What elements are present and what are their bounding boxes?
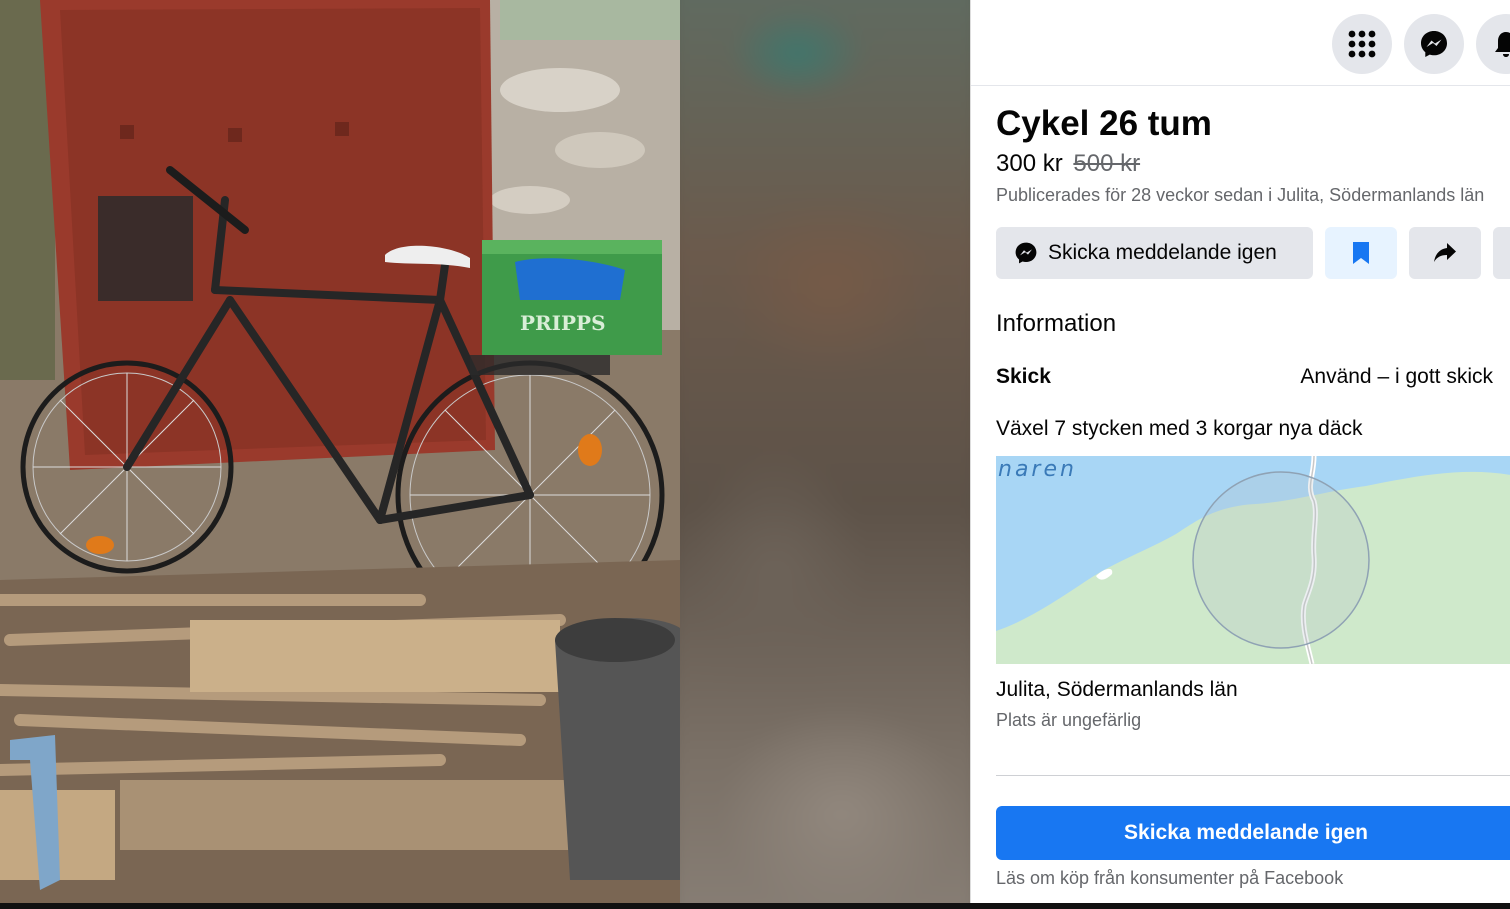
map-illustration: naren (996, 456, 1510, 664)
consumer-purchase-info-link[interactable]: Läs om köp från konsumenter på Facebook (996, 868, 1343, 889)
message-again-primary-button[interactable]: Skicka meddelande igen (996, 806, 1510, 860)
information-heading: Information (996, 310, 1117, 337)
apps-menu-button[interactable] (1332, 14, 1392, 74)
messenger-icon (1015, 242, 1037, 264)
save-button[interactable] (1325, 227, 1397, 279)
listing-description: Växel 7 stycken med 3 korgar nya däck (996, 417, 1363, 440)
notifications-button[interactable] (1476, 14, 1510, 74)
share-button[interactable] (1409, 227, 1481, 279)
messenger-icon (1421, 31, 1447, 57)
notifications-icon (1495, 32, 1510, 57)
message-again-button[interactable]: Skicka meddelande igen (996, 227, 1313, 279)
current-price: 300 kr (996, 150, 1063, 177)
original-price: 500 kr (1073, 150, 1141, 177)
location-note: Plats är ungefärlig (996, 710, 1142, 730)
photo-viewer: PRIPPS (0, 0, 970, 909)
location-map[interactable]: naren (996, 456, 1510, 664)
listing-photo[interactable]: PRIPPS (0, 0, 680, 909)
crate-logo-text: PRIPPS (520, 311, 606, 335)
condition-value: Använd – i gott skick (1300, 365, 1493, 388)
published-info: Publicerades för 28 veckor sedan i Julit… (996, 185, 1485, 205)
message-again-label: Skicka meddelande igen (1048, 241, 1277, 264)
bookmark-icon (1353, 242, 1369, 264)
window-bottom-edge (0, 903, 1510, 909)
map-water-label: naren (998, 457, 1077, 482)
location-name: Julita, Södermanlands län (996, 678, 1238, 701)
condition-label: Skick (996, 365, 1051, 388)
share-icon (1434, 243, 1456, 262)
apps-grid-icon (1348, 30, 1376, 58)
blurred-photo-background (665, 0, 970, 909)
listing-title: Cykel 26 tum (996, 104, 1212, 143)
listing-price: 300 kr 500 kr (996, 150, 1140, 178)
bicycle-photo-illustration: PRIPPS (0, 0, 680, 909)
condition-row: Skick Använd – i gott skick (996, 365, 1493, 391)
listing-panel: Cykel 26 tum 300 kr 500 kr Publicerades … (970, 0, 1510, 909)
top-bar (971, 0, 1510, 86)
action-row: Skicka meddelande igen (996, 227, 1510, 279)
more-options-button[interactable] (1493, 227, 1510, 279)
messenger-button[interactable] (1404, 14, 1464, 74)
divider (996, 775, 1510, 776)
